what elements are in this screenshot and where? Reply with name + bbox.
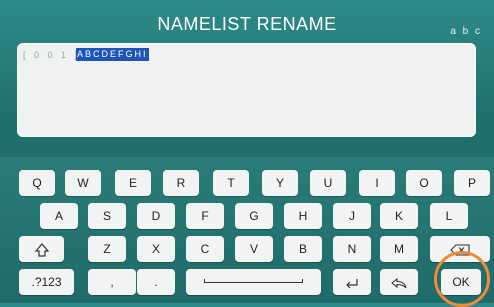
backspace-key[interactable] xyxy=(430,236,490,262)
space-icon xyxy=(204,279,303,283)
key-j[interactable]: J xyxy=(333,203,371,229)
enter-icon xyxy=(345,275,359,289)
key-y[interactable]: Y xyxy=(262,170,298,196)
undo-key[interactable] xyxy=(380,269,418,295)
key-z[interactable]: Z xyxy=(88,236,126,262)
text-editor[interactable]: [ 0 0 1 ] ABCDEFGHI xyxy=(17,43,476,137)
key-k[interactable]: K xyxy=(380,203,418,229)
key-a[interactable]: A xyxy=(40,203,78,229)
ok-button[interactable]: OK xyxy=(441,269,481,295)
key-g[interactable]: G xyxy=(235,203,273,229)
key-h[interactable]: H xyxy=(284,203,322,229)
key-i[interactable]: I xyxy=(359,170,395,196)
space-key[interactable] xyxy=(186,269,321,295)
key-v[interactable]: V xyxy=(235,236,273,262)
key-r[interactable]: R xyxy=(163,170,199,196)
key-w[interactable]: W xyxy=(65,170,101,196)
numeric-mode-key[interactable]: .?123 xyxy=(19,269,74,295)
enter-key[interactable] xyxy=(333,269,371,295)
title: NAMELIST RENAME xyxy=(157,14,337,34)
key-comma[interactable]: , xyxy=(88,269,136,295)
key-d[interactable]: D xyxy=(137,203,175,229)
key-e[interactable]: E xyxy=(115,170,151,196)
key-l[interactable]: L xyxy=(430,203,468,229)
shift-key[interactable] xyxy=(19,236,64,262)
key-u[interactable]: U xyxy=(310,170,346,196)
key-p[interactable]: P xyxy=(454,170,490,196)
selected-text[interactable]: ABCDEFGHI xyxy=(76,48,149,61)
key-o[interactable]: O xyxy=(406,170,442,196)
key-b[interactable]: B xyxy=(284,236,322,262)
shift-icon xyxy=(34,242,49,257)
input-mode-indicator[interactable]: a b c xyxy=(450,26,482,37)
key-c[interactable]: C xyxy=(186,236,224,262)
key-n[interactable]: N xyxy=(333,236,371,262)
key-m[interactable]: M xyxy=(380,236,418,262)
key-q[interactable]: Q xyxy=(19,170,55,196)
key-period[interactable]: . xyxy=(137,269,175,295)
undo-icon xyxy=(391,275,407,289)
backspace-icon xyxy=(450,242,470,256)
key-t[interactable]: T xyxy=(213,170,249,196)
key-f[interactable]: F xyxy=(186,203,224,229)
entry-prefix: [ 0 0 1 ] xyxy=(23,50,81,60)
key-x[interactable]: X xyxy=(137,236,175,262)
key-s[interactable]: S xyxy=(88,203,126,229)
